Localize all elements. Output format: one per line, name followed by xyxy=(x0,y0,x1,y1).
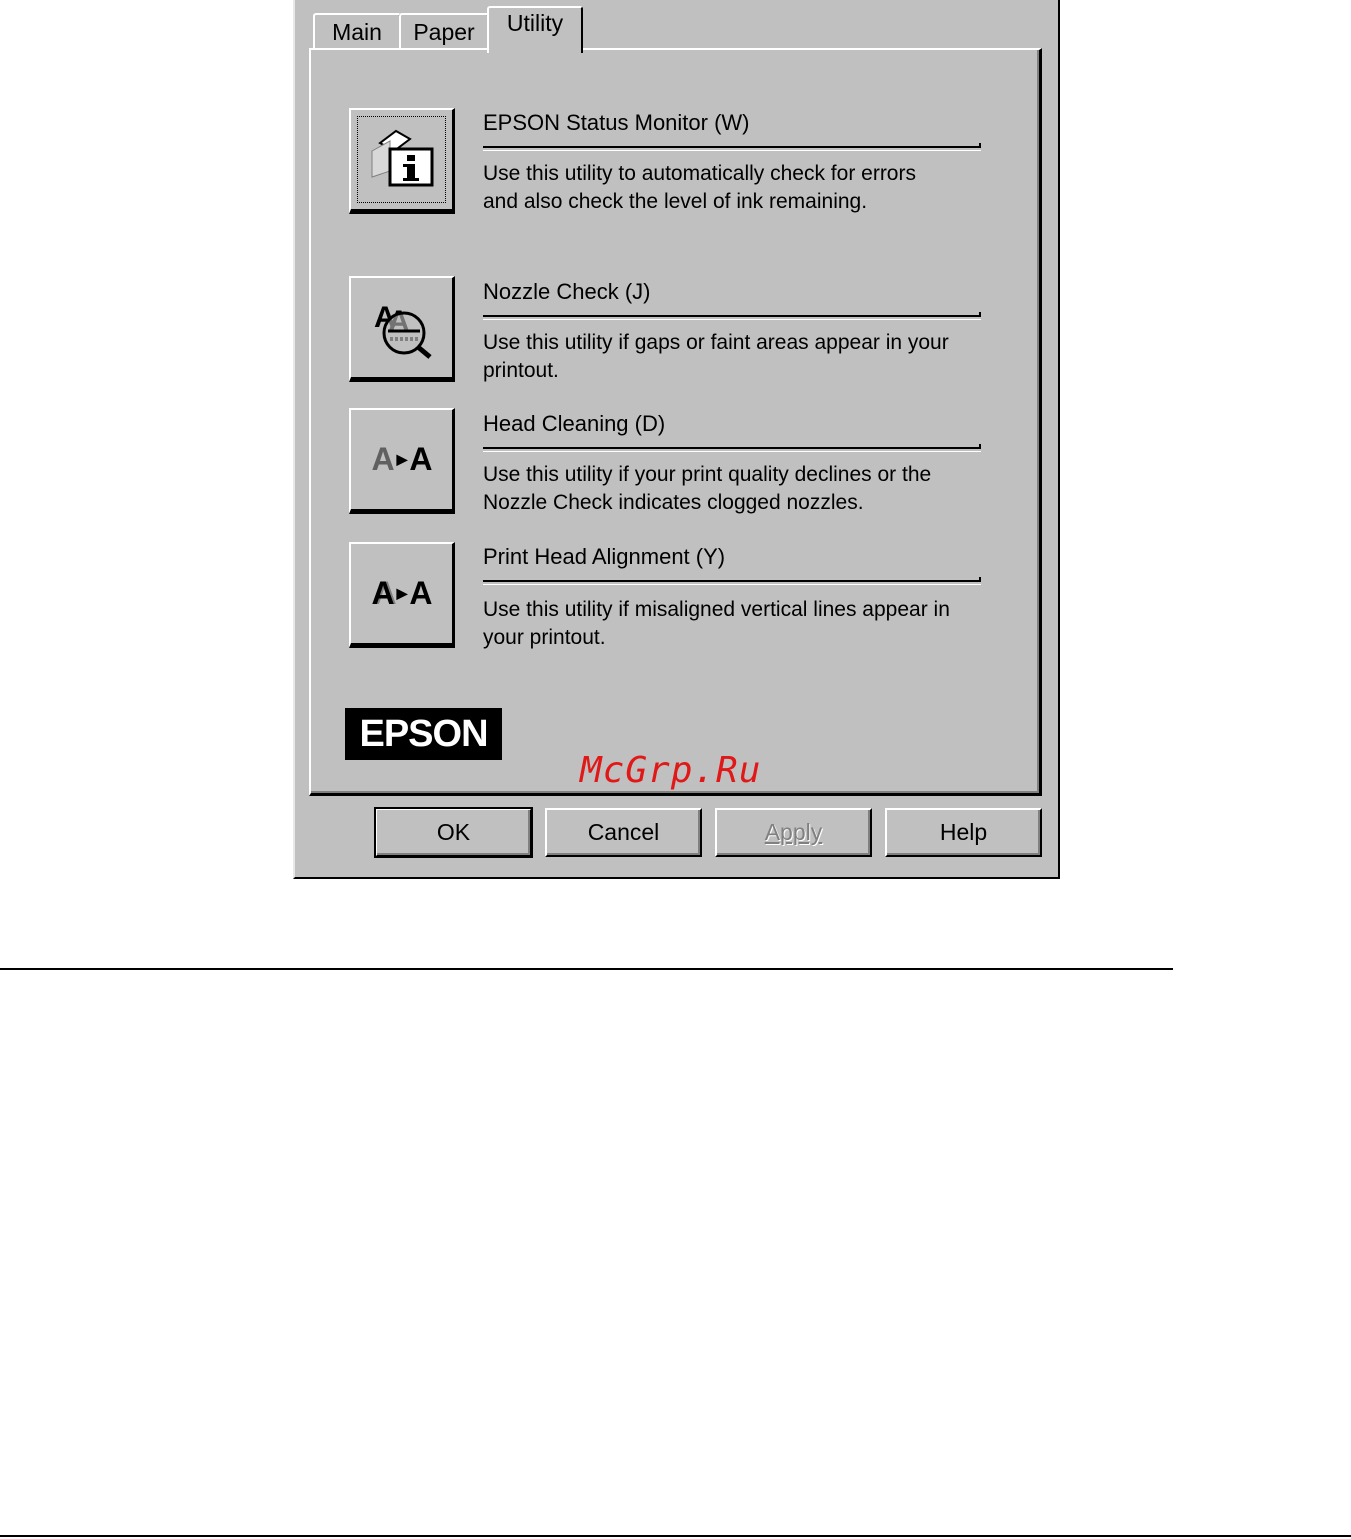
tab-utility-label: Utility xyxy=(506,10,564,36)
print-head-alignment-separator xyxy=(483,577,981,585)
arrow-right-icon: ▶ xyxy=(396,451,408,467)
tab-main-label: Main xyxy=(332,18,382,45)
print-head-alignment-button[interactable]: A ▶ A xyxy=(349,542,455,648)
faint-a-glyph: A xyxy=(371,441,395,477)
head-cleaning-separator xyxy=(483,444,981,452)
tab-utility[interactable]: Utility xyxy=(487,6,583,53)
head-cleaning-title: Head Cleaning (D) xyxy=(483,411,666,436)
watermark-text: McGrp.Ru xyxy=(580,750,762,791)
status-monitor-description: Use this utility to automatically check … xyxy=(483,160,983,216)
aligned-a-glyph: A xyxy=(409,575,432,611)
status-monitor-separator xyxy=(483,143,981,151)
nozzle-check-separator xyxy=(483,312,981,320)
printer-properties-dialog: Main Paper Utility EPSON Status Monitor … xyxy=(293,0,1060,879)
head-cleaning-button[interactable]: A ▶ A xyxy=(349,408,455,514)
apply-button[interactable]: Apply xyxy=(715,808,872,857)
cancel-button-label: Cancel xyxy=(587,819,660,845)
nozzle-check-button[interactable]: A A xyxy=(349,276,455,382)
print-head-alignment-icon: A ▶ A xyxy=(371,575,433,612)
solid-a-glyph: A xyxy=(409,441,432,477)
help-button[interactable]: Help xyxy=(885,808,1042,857)
status-monitor-title: EPSON Status Monitor (W) xyxy=(483,110,750,135)
arrow-right-icon: ▶ xyxy=(396,585,408,601)
help-button-label: Help xyxy=(939,819,988,845)
head-cleaning-description: Use this utility if your print quality d… xyxy=(483,461,983,517)
nozzle-check-description-line1: Use this utility if gaps or faint areas … xyxy=(483,331,949,354)
print-head-alignment-description-line2: your printout. xyxy=(483,626,606,649)
nozzle-check-description: Use this utility if gaps or faint areas … xyxy=(483,329,983,385)
status-monitor-description-line1: Use this utility to automatically check … xyxy=(483,162,916,185)
head-cleaning-description-line2: Nozzle Check indicates clogged nozzles. xyxy=(483,491,864,514)
head-cleaning-description-line1: Use this utility if your print quality d… xyxy=(483,463,932,486)
page-divider-bottom xyxy=(0,1535,1351,1537)
status-monitor-icon xyxy=(366,121,438,198)
utility-panel: EPSON Status Monitor (W) Use this utilit… xyxy=(309,48,1042,796)
epson-logo: EPSON xyxy=(345,708,502,760)
cancel-button[interactable]: Cancel xyxy=(545,808,702,857)
tab-paper[interactable]: Paper xyxy=(399,13,489,49)
nozzle-check-icon: A A xyxy=(366,289,438,366)
tab-paper-label: Paper xyxy=(413,18,475,45)
status-monitor-description-line2: and also check the level of ink remainin… xyxy=(483,190,868,213)
ok-button-label: OK xyxy=(436,819,471,845)
print-head-alignment-description-line1: Use this utility if misaligned vertical … xyxy=(483,598,950,621)
apply-button-label: Apply xyxy=(764,819,823,845)
nozzle-check-description-line2: printout. xyxy=(483,359,559,382)
status-monitor-button[interactable] xyxy=(349,108,455,214)
misaligned-a-glyph: A xyxy=(371,575,395,611)
ok-button[interactable]: OK xyxy=(374,807,533,858)
page-divider-top xyxy=(0,968,1173,970)
tab-main[interactable]: Main xyxy=(313,13,401,49)
print-head-alignment-title: Print Head Alignment (Y) xyxy=(483,544,726,569)
nozzle-check-title: Nozzle Check (J) xyxy=(483,279,651,304)
print-head-alignment-description: Use this utility if misaligned vertical … xyxy=(483,596,983,652)
head-cleaning-icon: A ▶ A xyxy=(371,441,433,478)
